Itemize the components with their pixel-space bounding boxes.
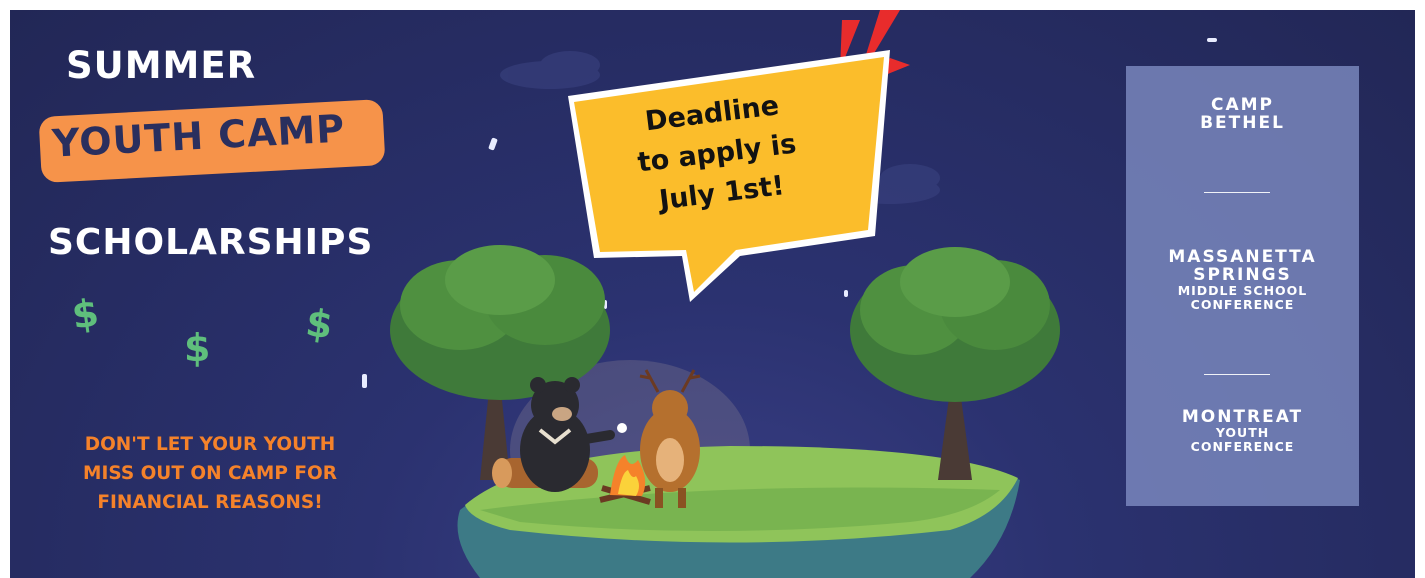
camp-subtitle-line: YOUTH xyxy=(1215,425,1270,440)
camps-panel: CAMP BETHEL MASSANETTA SPRINGS MIDDLE SC… xyxy=(1126,66,1359,506)
panel-divider xyxy=(1204,192,1270,193)
camp-subtitle-line: CONFERENCE xyxy=(1190,439,1295,454)
camp-massanetta-springs: MASSANETTA SPRINGS MIDDLE SCHOOL CONFERE… xyxy=(1126,248,1359,312)
camp-name-line: MONTREAT xyxy=(1181,407,1304,427)
camp-name-line: MASSANETTA xyxy=(1168,247,1317,267)
tagline-line: MISS OUT ON CAMP FOR xyxy=(83,463,337,484)
camp-bethel: CAMP BETHEL xyxy=(1126,96,1359,132)
panel-divider xyxy=(1204,374,1270,375)
dollar-icon: $ xyxy=(184,326,211,370)
tagline-line: FINANCIAL REASONS! xyxy=(97,492,323,513)
camp-subtitle-line: CONFERENCE xyxy=(1190,297,1295,312)
tagline-line: DON'T LET YOUR YOUTH xyxy=(84,434,336,455)
title-summer: SUMMER xyxy=(66,44,257,87)
camp-scholarship-banner: SUMMER YOUTH CAMP SCHOLARSHIPS $ $ $ DON… xyxy=(10,10,1415,578)
camp-name-line: CAMP xyxy=(1210,95,1274,115)
camp-name-line: SPRINGS xyxy=(1193,265,1292,285)
camp-subtitle-line: MIDDLE SCHOOL xyxy=(1177,283,1308,298)
camp-montreat: MONTREAT YOUTH CONFERENCE xyxy=(1126,408,1359,454)
camp-name-line: BETHEL xyxy=(1200,113,1285,133)
title-scholarships: SCHOLARSHIPS xyxy=(48,222,374,263)
tagline: DON'T LET YOUR YOUTH MISS OUT ON CAMP FO… xyxy=(40,430,380,517)
